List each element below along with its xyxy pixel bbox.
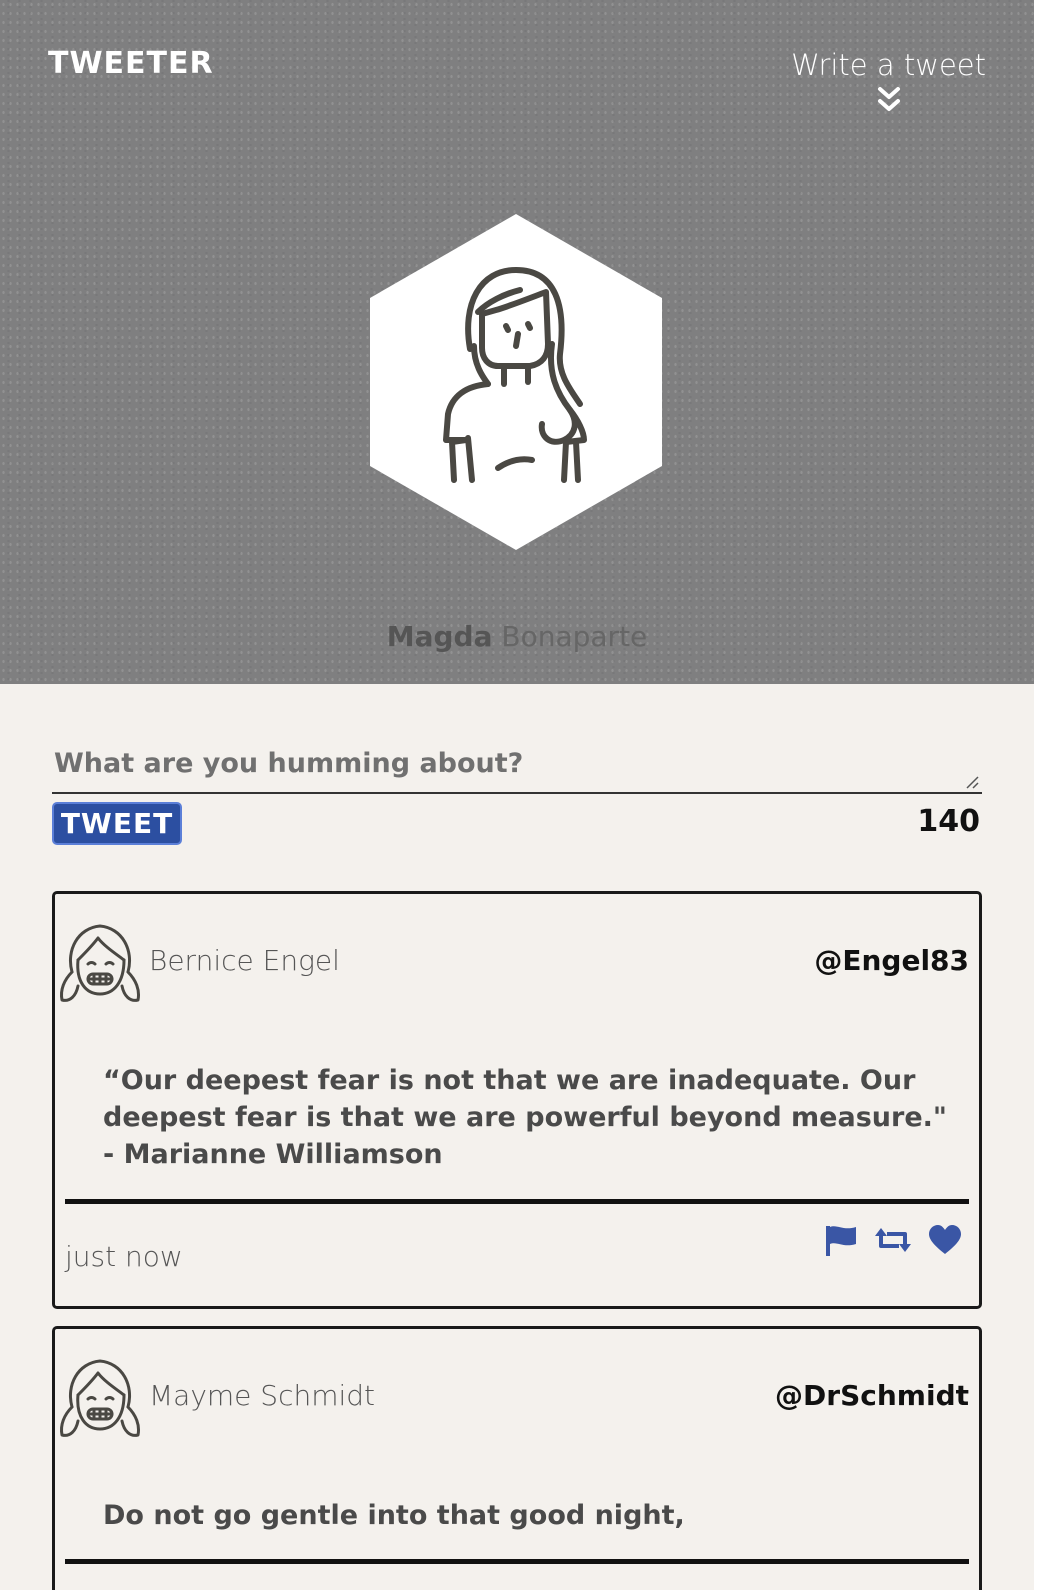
tweet-input[interactable] <box>52 748 982 794</box>
write-tweet-toggle[interactable]: Write a tweet <box>791 48 986 114</box>
heart-icon[interactable] <box>927 1224 963 1256</box>
tweet-text: Do not go gentle into that good night, <box>103 1500 685 1531</box>
compose-form: TWEET 140 <box>52 748 982 846</box>
tweet-card: Bernice Engel @Engel83 “Our deepest fear… <box>52 891 982 1309</box>
character-counter: 140 <box>917 804 980 839</box>
compose-footer: TWEET 140 <box>52 802 982 846</box>
retweet-icon[interactable] <box>875 1224 911 1256</box>
tweet-divider <box>65 1559 969 1564</box>
tweet-author-name[interactable]: Bernice Engel <box>149 944 340 977</box>
tweet-author-name[interactable]: Mayme Schmidt <box>149 1379 375 1412</box>
profile-header: TWEETER Write a tweet Magda Bonaparte <box>0 0 1034 684</box>
girl-avatar-icon <box>60 924 140 1002</box>
flag-icon[interactable] <box>823 1224 859 1256</box>
tweet-text: “Our deepest fear is not that we are ina… <box>103 1065 947 1170</box>
profile-avatar <box>370 214 662 550</box>
profile-first-name: Magda <box>386 620 493 653</box>
write-tweet-label[interactable]: Write a tweet <box>791 48 986 82</box>
tweet-divider <box>65 1199 969 1204</box>
profile-name: Magda Bonaparte <box>0 620 1034 653</box>
app-page: TWEETER Write a tweet Magda Bonaparte Wh… <box>0 0 1034 1590</box>
tweet-submit-button[interactable]: TWEET <box>52 802 182 845</box>
tweet-author-handle[interactable]: @Engel83 <box>814 944 969 977</box>
profile-last-name: Bonaparte <box>501 620 648 653</box>
tweet-card: Mayme Schmidt @DrSchmidt Do not go gentl… <box>52 1326 982 1590</box>
page-gutter <box>1034 0 1054 1590</box>
tweet-author-handle[interactable]: @DrSchmidt <box>775 1379 969 1412</box>
resize-grip-icon[interactable] <box>964 774 980 790</box>
tweet-actions <box>823 1224 963 1256</box>
double-chevron-down-icon[interactable] <box>877 86 901 114</box>
tweet-timestamp: just now <box>65 1240 183 1273</box>
girl-avatar-icon <box>60 1359 140 1437</box>
brand-logo[interactable]: TWEETER <box>48 46 214 81</box>
